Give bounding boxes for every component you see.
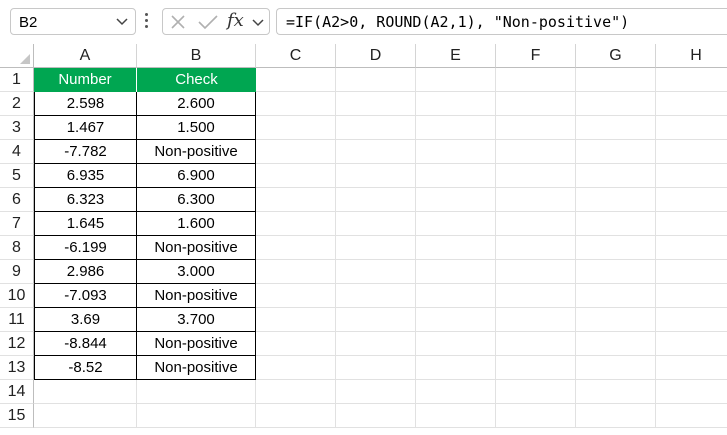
column-header-a[interactable]: A <box>34 44 137 68</box>
column-header-c[interactable]: C <box>256 44 336 68</box>
row-header-14[interactable]: 14 <box>0 380 34 404</box>
table-cell[interactable]: Non-positive <box>137 332 256 356</box>
table-cell[interactable]: 2.986 <box>34 260 137 284</box>
row-header-12[interactable]: 12 <box>0 332 34 356</box>
table-cell[interactable]: -7.093 <box>34 284 137 308</box>
table-cell[interactable]: Non-positive <box>137 284 256 308</box>
name-box-value: B2 <box>19 14 38 31</box>
table-cell[interactable]: 3.700 <box>137 308 256 332</box>
chevron-down-icon[interactable] <box>251 14 265 30</box>
gridline <box>495 68 496 428</box>
formula-input[interactable]: =IF(A2>0, ROUND(A2,1), "Non-positive") <box>276 8 727 35</box>
row-header-13[interactable]: 13 <box>0 356 34 380</box>
column-header-d[interactable]: D <box>336 44 416 68</box>
row-header-7[interactable]: 7 <box>0 212 34 236</box>
row-header-10[interactable]: 10 <box>0 284 34 308</box>
insert-function-icon[interactable]: fx <box>227 10 244 31</box>
table-cell[interactable]: 2.600 <box>137 92 256 116</box>
table-cell[interactable]: 1.467 <box>34 116 137 140</box>
table-cell[interactable]: -8.844 <box>34 332 137 356</box>
row-header-11[interactable]: 11 <box>0 308 34 332</box>
table-cell[interactable]: -8.52 <box>34 356 137 380</box>
formula-bar: B2 fx =IF(A2>0, ROUND(A2,1), "Non-positi… <box>0 0 727 44</box>
gridline <box>415 68 416 428</box>
table-header-cell[interactable]: Number <box>34 68 137 92</box>
gridline <box>335 68 336 428</box>
table-cell[interactable]: Non-positive <box>137 140 256 164</box>
column-header-f[interactable]: F <box>496 44 576 68</box>
gridline <box>655 68 656 428</box>
table-cell[interactable]: 6.300 <box>137 188 256 212</box>
table-cell[interactable]: Non-positive <box>137 356 256 380</box>
select-all-button[interactable] <box>0 44 34 68</box>
row-header-1[interactable]: 1 <box>0 68 34 92</box>
gridline <box>575 68 576 428</box>
column-header-g[interactable]: G <box>576 44 656 68</box>
row-header-2[interactable]: 2 <box>0 92 34 116</box>
row-header-5[interactable]: 5 <box>0 164 34 188</box>
row-header-8[interactable]: 8 <box>0 236 34 260</box>
column-header-e[interactable]: E <box>416 44 496 68</box>
table-cell[interactable]: 6.900 <box>137 164 256 188</box>
gridline <box>34 403 727 404</box>
row-header-15[interactable]: 15 <box>0 404 34 428</box>
table-cell[interactable]: 6.323 <box>34 188 137 212</box>
table-cell[interactable]: 1.600 <box>137 212 256 236</box>
table-cell[interactable]: 3.69 <box>34 308 137 332</box>
table-cell[interactable]: -7.782 <box>34 140 137 164</box>
more-options-icon[interactable] <box>145 13 149 31</box>
column-header-h[interactable]: H <box>656 44 727 68</box>
gridline <box>34 427 727 428</box>
table-header-cell[interactable]: Check <box>137 68 256 92</box>
table-cell[interactable]: 1.645 <box>34 212 137 236</box>
table-cell[interactable]: 3.000 <box>137 260 256 284</box>
table-cell[interactable]: 6.935 <box>34 164 137 188</box>
column-header-b[interactable]: B <box>137 44 256 68</box>
row-header-9[interactable]: 9 <box>0 260 34 284</box>
formula-text: =IF(A2>0, ROUND(A2,1), "Non-positive") <box>286 13 630 31</box>
table-cell[interactable]: 1.500 <box>137 116 256 140</box>
table-cell[interactable]: Non-positive <box>137 236 256 260</box>
table-cell[interactable]: 2.598 <box>34 92 137 116</box>
formula-controls: fx <box>162 8 270 35</box>
chevron-down-icon[interactable] <box>115 13 129 29</box>
table-cell[interactable]: -6.199 <box>34 236 137 260</box>
row-header-6[interactable]: 6 <box>0 188 34 212</box>
cancel-icon[interactable] <box>169 13 187 31</box>
row-header-3[interactable]: 3 <box>0 116 34 140</box>
row-header-4[interactable]: 4 <box>0 140 34 164</box>
name-box[interactable]: B2 <box>10 8 136 35</box>
confirm-icon[interactable] <box>197 13 219 31</box>
